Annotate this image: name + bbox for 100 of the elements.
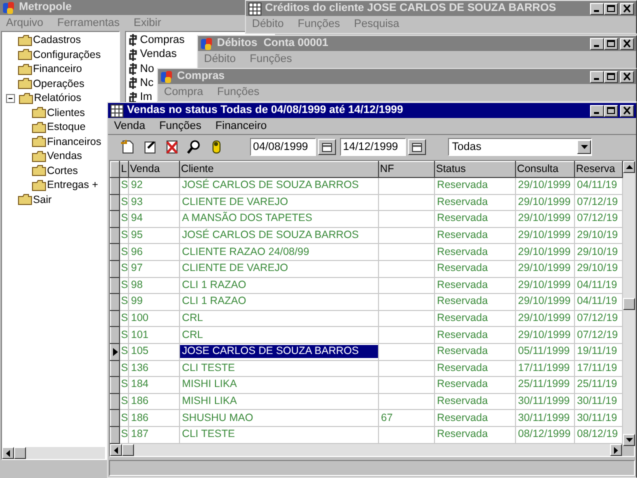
tree-item[interactable]: Financeiro (33, 64, 82, 74)
tree-item[interactable]: Configurações (33, 50, 101, 60)
table-cell-text: CLIENTE RAZAO 24/08/99 (181, 246, 310, 259)
table-cell-text: 187 (130, 428, 150, 442)
date-field[interactable]: 04/08/1999 (250, 138, 316, 156)
scroll-thumb[interactable] (14, 447, 26, 459)
tree-item[interactable]: Financeiros (47, 136, 102, 147)
table-cell-text: 99 (130, 295, 144, 308)
table-cell-text: 29/10/1999 (517, 295, 572, 308)
table-cell-text: 29/10/1999 (517, 229, 572, 242)
table-cell-text: Reservada (436, 278, 489, 292)
shortcut-item[interactable]: Vendas (140, 49, 177, 60)
table-cell-text: 30/11/1999 (517, 412, 571, 425)
close-button[interactable] (620, 104, 634, 116)
maximize-icon (606, 72, 616, 81)
window-title: Débitos Conta 00001 (217, 36, 328, 52)
row-indicator[interactable] (110, 393, 120, 410)
tree-item[interactable]: Cortes (47, 166, 78, 176)
tree-item[interactable]: Operações (33, 78, 84, 89)
menu-item[interactable]: Venda (114, 120, 146, 132)
row-indicator[interactable] (110, 326, 120, 344)
menu-item[interactable]: Funções (159, 120, 202, 132)
tree-item[interactable]: Cadastros (33, 35, 81, 46)
calendar-button[interactable] (318, 139, 336, 155)
row-indicator[interactable] (110, 244, 120, 260)
minimize-button[interactable] (590, 2, 604, 14)
row-indicator[interactable] (110, 343, 120, 360)
shortcut-item[interactable]: Nc (140, 78, 154, 89)
window-title: Compras (177, 69, 225, 84)
up-arrow-icon[interactable] (626, 165, 632, 169)
table-cell-text: CLI TESTE (181, 362, 236, 375)
row-indicator[interactable] (110, 194, 120, 211)
row-indicator[interactable] (110, 227, 120, 244)
tree-item[interactable]: Sair (33, 194, 52, 205)
close-button[interactable] (620, 38, 634, 50)
column-header[interactable]: Status (434, 162, 516, 178)
row-indicator[interactable] (110, 310, 120, 327)
minimize-button[interactable] (590, 104, 604, 116)
folder-icon (32, 107, 46, 118)
tree-item[interactable]: Entregas + (47, 180, 98, 190)
menu-item[interactable]: Financeiro (215, 120, 267, 132)
column-header[interactable]: Venda (128, 162, 180, 178)
column-header[interactable]: Reserva (574, 162, 622, 178)
table-cell: S (120, 345, 128, 358)
row-indicator[interactable] (110, 360, 120, 377)
row-indicator[interactable] (110, 376, 120, 394)
row-indicator[interactable] (110, 210, 120, 228)
status-dropdown[interactable]: Todas (448, 138, 592, 156)
table-cell-text: MISHI LIKA (181, 395, 238, 408)
table-cell-text: 105 (130, 345, 150, 358)
table-cell-text: Reservada (436, 378, 489, 392)
delete-icon (164, 139, 180, 155)
tree-item[interactable]: Relatórios (34, 93, 82, 104)
table-cell-text: CLIENTE DE VAREJO (181, 262, 289, 276)
maximize-icon (606, 106, 616, 115)
table-cell-text: 136 (130, 362, 150, 375)
row-indicator[interactable] (110, 294, 120, 310)
close-button[interactable] (620, 70, 634, 82)
collapse-icon[interactable] (5, 94, 16, 103)
horizontal-scrollbar[interactable] (2, 447, 105, 459)
tree-item[interactable]: Vendas (47, 151, 82, 162)
table-cell-text: 19/11/19 (576, 345, 618, 358)
scroll-thumb[interactable] (623, 298, 635, 310)
maximize-button[interactable] (604, 38, 618, 50)
shortcut-item[interactable]: Compras (140, 34, 185, 46)
row-indicator[interactable] (110, 426, 120, 443)
date-field[interactable]: 14/12/1999 (340, 138, 406, 156)
row-indicator[interactable] (110, 410, 120, 426)
table-cell-text: Reservada (436, 196, 489, 209)
table-cell: S (120, 295, 128, 308)
row-indicator[interactable] (110, 277, 120, 294)
maximize-button[interactable] (604, 104, 618, 116)
shortcut-item[interactable]: Im (140, 92, 152, 104)
calendar-button[interactable] (408, 139, 426, 155)
folder-icon (19, 92, 33, 104)
shortcut-item[interactable]: No (140, 64, 154, 75)
row-indicator[interactable] (110, 178, 120, 194)
maximize-button[interactable] (604, 70, 618, 82)
caret-icon[interactable] (580, 145, 588, 149)
table-cell-text: 29/10/1999 (517, 278, 572, 292)
calendar-icon (412, 142, 422, 152)
minimize-button[interactable] (590, 70, 604, 82)
right-arrow-icon[interactable] (614, 446, 618, 454)
table-cell-text: 29/10/1999 (517, 312, 572, 326)
close-button[interactable] (620, 2, 634, 14)
horizontal-scrollbar[interactable] (110, 444, 622, 456)
row-indicator[interactable] (110, 260, 120, 278)
column-header[interactable]: NF (378, 162, 434, 178)
column-header[interactable]: Consulta (516, 162, 574, 178)
tree-item[interactable]: Clientes (47, 108, 85, 118)
down-arrow-icon[interactable] (626, 438, 632, 442)
column-header[interactable]: Cliente (180, 162, 378, 178)
vertical-scrollbar[interactable] (623, 161, 635, 446)
maximize-button[interactable] (604, 2, 618, 14)
minimize-button[interactable] (590, 38, 604, 50)
table-cell-text: 184 (130, 378, 150, 392)
scroll-thumb[interactable] (122, 444, 134, 456)
left-arrow-icon[interactable] (5, 450, 11, 456)
left-arrow-icon[interactable] (114, 446, 118, 454)
tree-item[interactable]: Estoque (47, 122, 86, 132)
